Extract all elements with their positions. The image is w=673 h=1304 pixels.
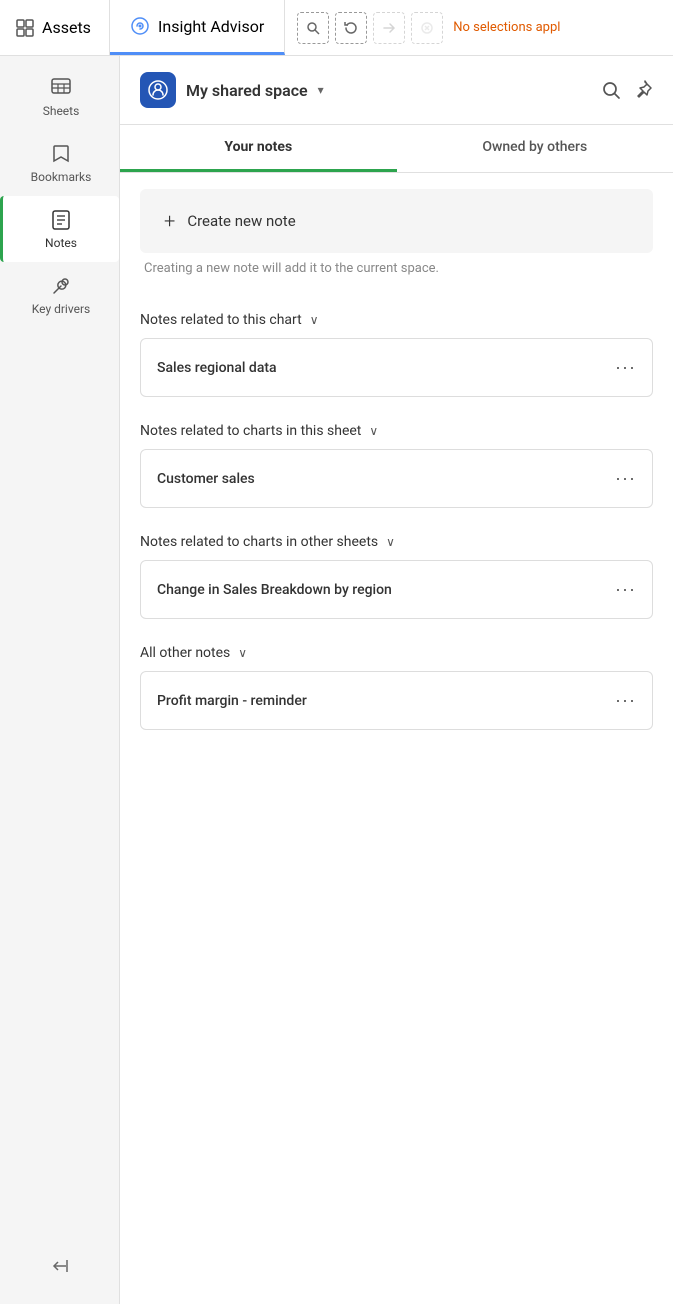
note-title-change-in-sales: Change in Sales Breakdown by region [157, 582, 392, 598]
space-name: My shared space [186, 81, 308, 100]
refresh-btn[interactable] [335, 12, 367, 44]
note-card-sales-regional: Sales regional data ··· [140, 338, 653, 397]
tab-owned-by-others[interactable]: Owned by others [397, 125, 673, 172]
create-note-label: Create new note [187, 212, 295, 230]
search-icon [601, 80, 621, 100]
content-scroll: + Create new note Creating a new note wi… [120, 173, 673, 1304]
note-card-customer-sales: Customer sales ··· [140, 449, 653, 508]
content-panel: My shared space ▾ You [120, 56, 673, 1304]
sidebar-item-notes[interactable]: Notes [0, 196, 119, 262]
space-header: My shared space ▾ [120, 56, 673, 125]
toolbar: Assets Insight Advisor No selections app… [0, 0, 673, 56]
collapse-left-icon [50, 1256, 70, 1276]
main-layout: Sheets Bookmarks Notes [0, 56, 673, 1304]
sidebar-item-key-drivers[interactable]: Key drivers [0, 262, 119, 328]
assets-label: Assets [42, 18, 91, 37]
space-left: My shared space ▾ [140, 72, 324, 108]
note-title-sales-regional: Sales regional data [157, 360, 277, 376]
space-avatar [140, 72, 176, 108]
section-related-to-sheet-label: Notes related to charts in this sheet [140, 423, 361, 439]
sidebar-item-sheets[interactable]: Sheets [0, 64, 119, 130]
note-card-profit-margin: Profit margin - reminder ··· [140, 671, 653, 730]
grid-icon [16, 19, 34, 37]
insight-label: Insight Advisor [158, 17, 264, 36]
space-actions [601, 80, 653, 100]
insight-advisor-tab[interactable]: Insight Advisor [110, 0, 285, 55]
note-menu-sales-regional[interactable]: ··· [615, 357, 636, 378]
section-related-to-chart-header[interactable]: Notes related to this chart ∨ [140, 296, 653, 338]
section-related-to-other-sheets-header[interactable]: Notes related to charts in other sheets … [140, 518, 653, 560]
bookmarks-label: Bookmarks [31, 170, 92, 184]
create-note-hint: Creating a new note will add it to the c… [140, 261, 653, 276]
section-all-other-notes-header[interactable]: All other notes ∨ [140, 629, 653, 671]
plus-icon: + [164, 209, 175, 233]
section-related-to-other-sheets-label: Notes related to charts in other sheets [140, 534, 378, 550]
sidebar: Sheets Bookmarks Notes [0, 56, 120, 1304]
collapse-sidebar-btn[interactable] [42, 1248, 78, 1288]
space-dropdown-btn[interactable]: ▾ [318, 83, 324, 97]
note-title-profit-margin: Profit margin - reminder [157, 693, 307, 709]
sheets-label: Sheets [43, 104, 80, 118]
tabs: Your notes Owned by others [120, 125, 673, 173]
insight-icon [130, 16, 150, 36]
note-menu-change-in-sales[interactable]: ··· [615, 579, 636, 600]
key-drivers-label: Key drivers [32, 302, 90, 316]
forward-btn[interactable] [373, 12, 405, 44]
section-related-to-chart-chevron: ∨ [310, 313, 319, 327]
tab-your-notes[interactable]: Your notes [120, 125, 397, 172]
pin-icon [633, 80, 653, 100]
search-selection-btn[interactable] [297, 12, 329, 44]
section-related-to-sheet-chevron: ∨ [369, 424, 378, 438]
note-card-change-in-sales: Change in Sales Breakdown by region ··· [140, 560, 653, 619]
clear-btn[interactable] [411, 12, 443, 44]
notes-icon [49, 208, 73, 232]
bookmarks-icon [49, 142, 73, 166]
section-related-to-other-sheets-chevron: ∨ [386, 535, 395, 549]
note-menu-customer-sales[interactable]: ··· [615, 468, 636, 489]
toolbar-actions: No selections appl [285, 12, 673, 44]
notes-label: Notes [45, 236, 77, 250]
section-related-to-chart-label: Notes related to this chart [140, 312, 302, 328]
space-pin-btn[interactable] [633, 80, 653, 100]
no-selections-label: No selections appl [453, 20, 560, 35]
note-title-customer-sales: Customer sales [157, 471, 255, 487]
note-menu-profit-margin[interactable]: ··· [615, 690, 636, 711]
sheets-icon [49, 76, 73, 100]
key-drivers-icon [49, 274, 73, 298]
assets-tab[interactable]: Assets [0, 0, 110, 55]
sidebar-bottom [0, 1248, 119, 1288]
space-search-btn[interactable] [601, 80, 621, 100]
create-note-btn[interactable]: + Create new note [140, 189, 653, 253]
section-related-to-sheet-header[interactable]: Notes related to charts in this sheet ∨ [140, 407, 653, 449]
section-all-other-notes-chevron: ∨ [238, 646, 247, 660]
sidebar-item-bookmarks[interactable]: Bookmarks [0, 130, 119, 196]
section-all-other-notes-label: All other notes [140, 645, 230, 661]
